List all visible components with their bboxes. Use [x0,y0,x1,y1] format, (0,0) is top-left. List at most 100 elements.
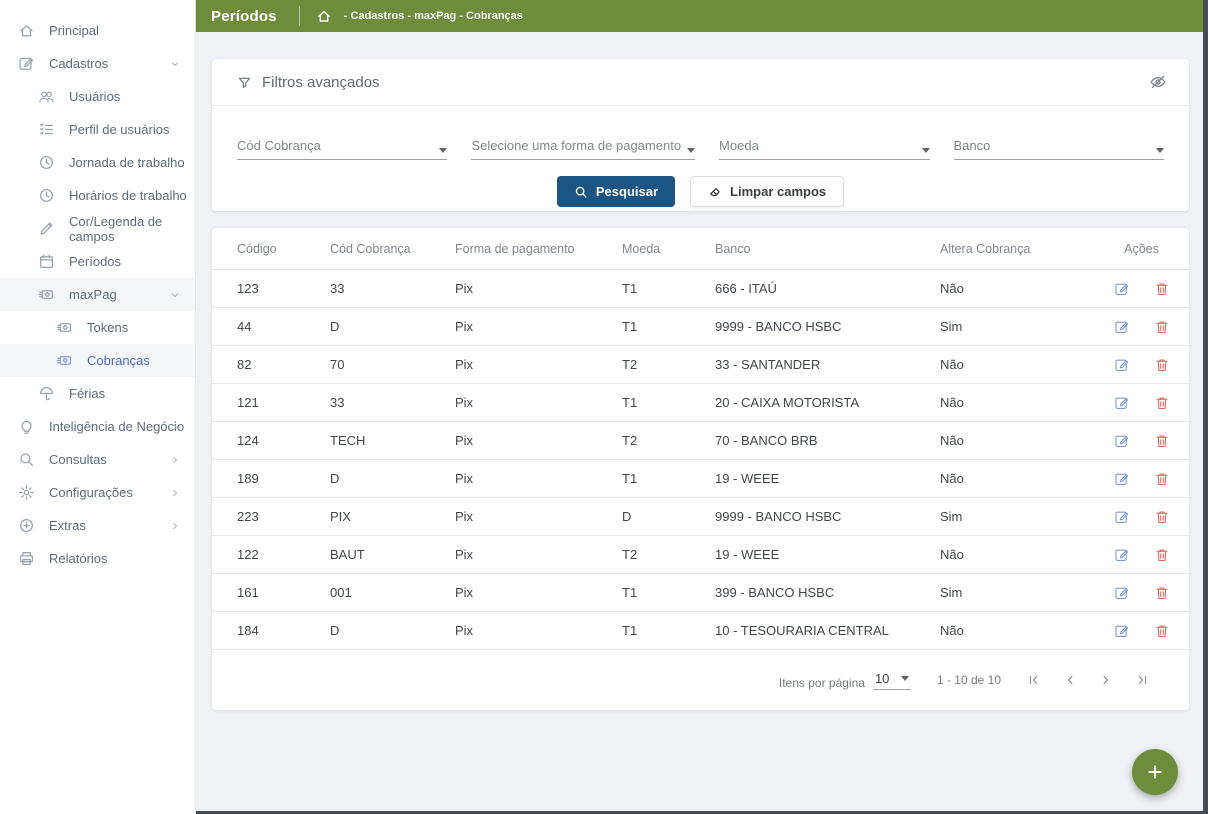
sidebar-item-tokens[interactable]: Tokens [0,311,195,344]
previous-page-icon[interactable] [1063,673,1077,687]
edit-icon[interactable] [1114,509,1130,525]
next-page-icon[interactable] [1099,673,1113,687]
sidebar-item-label: Cobranças [87,353,150,368]
sidebar-item-label: Jornada de trabalho [69,155,185,170]
edit-icon[interactable] [1114,471,1130,487]
filter-funnel-icon [237,75,252,90]
edit-icon[interactable] [1114,319,1130,335]
edit-icon[interactable] [1114,623,1130,639]
table-row: 44 D Pix T1 9999 - BANCO HSBC Sim [212,308,1189,346]
sidebar-item-periodos[interactable]: Períodos [0,245,195,278]
sidebar-item-label: Períodos [69,254,121,269]
moeda-select[interactable]: Moeda [719,130,929,160]
edit-icon[interactable] [1114,585,1130,601]
window-right-edge [1203,0,1208,814]
edit-icon[interactable] [1114,281,1130,297]
title-separator [299,6,300,26]
lightbulb-icon [18,418,35,435]
home-icon [18,22,35,39]
sidebar-item-extras[interactable]: Extras [0,509,195,542]
table-row: 124 TECH Pix T2 70 - BANCO BRB Não [212,422,1189,460]
sidebar-item-ferias[interactable]: Férias [0,377,195,410]
pagination-range-label: 1 - 10 de 10 [937,673,1001,687]
column-header-banco: Banco [715,242,940,256]
top-bar: Períodos - Cadastros - maxPag - Cobrança… [196,0,1203,32]
sidebar-item-label: Extras [49,518,86,533]
sidebar-item-cobrancas[interactable]: Cobranças [0,344,195,377]
home-icon[interactable] [316,8,332,24]
users-icon [38,88,55,105]
trash-icon[interactable] [1154,395,1170,411]
column-header-altera-cobranca: Altera Cobrança [940,242,1112,256]
pencil-icon [38,220,55,237]
filters-fields: Cód Cobrança Selecione uma forma de paga… [212,106,1189,160]
sidebar-item-principal[interactable]: Principal [0,14,195,47]
items-per-page-select[interactable]: 10 [873,671,911,690]
chevron-down-icon [169,289,181,301]
sidebar-item-label: Configurações [49,485,133,500]
breadcrumb: - Cadastros - maxPag - Cobranças [344,10,523,22]
chevron-right-icon [169,454,181,466]
eye-off-icon[interactable] [1149,73,1167,91]
sidebar-item-maxpag[interactable]: maxPag [0,278,195,311]
sidebar-item-cor-legenda-de-campos[interactable]: Cor/Legenda de campos [0,212,195,245]
edit-square-icon [18,55,35,72]
column-header-cod-cobranca: Cód Cobrança [330,242,455,256]
chevron-down-icon [922,148,930,153]
cash-icon [56,319,73,336]
sidebar-item-consultas[interactable]: Consultas [0,443,195,476]
sidebar-item-relatorios[interactable]: Relatórios [0,542,195,575]
chevron-down-icon [687,148,695,153]
sidebar-item-usuarios[interactable]: Usuários [0,80,195,113]
gear-icon [18,484,35,501]
eraser-icon [708,185,722,199]
sidebar-item-horarios-de-trabalho[interactable]: Horários de trabalho [0,179,195,212]
trash-icon[interactable] [1154,585,1170,601]
table-header-row: Código Cód Cobrança Forma de pagamento M… [212,228,1189,270]
column-header-acoes: Ações [1112,242,1171,256]
column-header-codigo: Código [237,242,330,256]
sidebar-item-label: Férias [69,386,105,401]
sidebar-item-configuracoes[interactable]: Configurações [0,476,195,509]
edit-icon[interactable] [1114,433,1130,449]
first-page-icon[interactable] [1027,673,1041,687]
trash-icon[interactable] [1154,623,1170,639]
cod-cobranca-select[interactable]: Cód Cobrança [237,130,447,160]
filters-title: Filtros avançados [262,74,380,91]
forma-de-pagamento-select[interactable]: Selecione uma forma de pagamento [471,130,695,160]
chevron-down-icon [901,676,909,681]
table-row: 123 33 Pix T1 666 - ITAÚ Não [212,270,1189,308]
edit-icon[interactable] [1114,547,1130,563]
chevron-right-icon [169,487,181,499]
sidebar-item-jornada-de-trabalho[interactable]: Jornada de trabalho [0,146,195,179]
trash-icon[interactable] [1154,433,1170,449]
checklist-icon [38,121,55,138]
trash-icon[interactable] [1154,319,1170,335]
printer-icon [18,550,35,567]
plus-icon [1146,763,1164,781]
sidebar-item-cadastros[interactable]: Cadastros [0,47,195,80]
limpar-campos-button[interactable]: Limpar campos [690,176,844,207]
pesquisar-button[interactable]: Pesquisar [557,176,675,207]
column-header-forma-de-pagamento: Forma de pagamento [455,242,622,256]
last-page-icon[interactable] [1135,673,1149,687]
trash-icon[interactable] [1154,471,1170,487]
trash-icon[interactable] [1154,281,1170,297]
sidebar-item-label: Cor/Legenda de campos [69,214,195,244]
trash-icon[interactable] [1154,357,1170,373]
add-button[interactable] [1132,749,1178,795]
sidebar-item-label: Usuários [69,89,120,104]
search-icon [574,185,588,199]
chevron-down-icon [169,58,181,70]
sidebar-item-perfil-de-usuarios[interactable]: Perfil de usuários [0,113,195,146]
sidebar-item-inteligencia-de-negocio[interactable]: Inteligência de Negócio [0,410,195,443]
sidebar-item-label: Cadastros [49,56,108,71]
trash-icon[interactable] [1154,547,1170,563]
trash-icon[interactable] [1154,509,1170,525]
sidebar-item-label: Principal [49,23,99,38]
sidebar-item-label: Horários de trabalho [69,188,187,203]
sidebar-item-label: Consultas [49,452,107,467]
edit-icon[interactable] [1114,357,1130,373]
edit-icon[interactable] [1114,395,1130,411]
banco-select[interactable]: Banco [954,130,1164,160]
